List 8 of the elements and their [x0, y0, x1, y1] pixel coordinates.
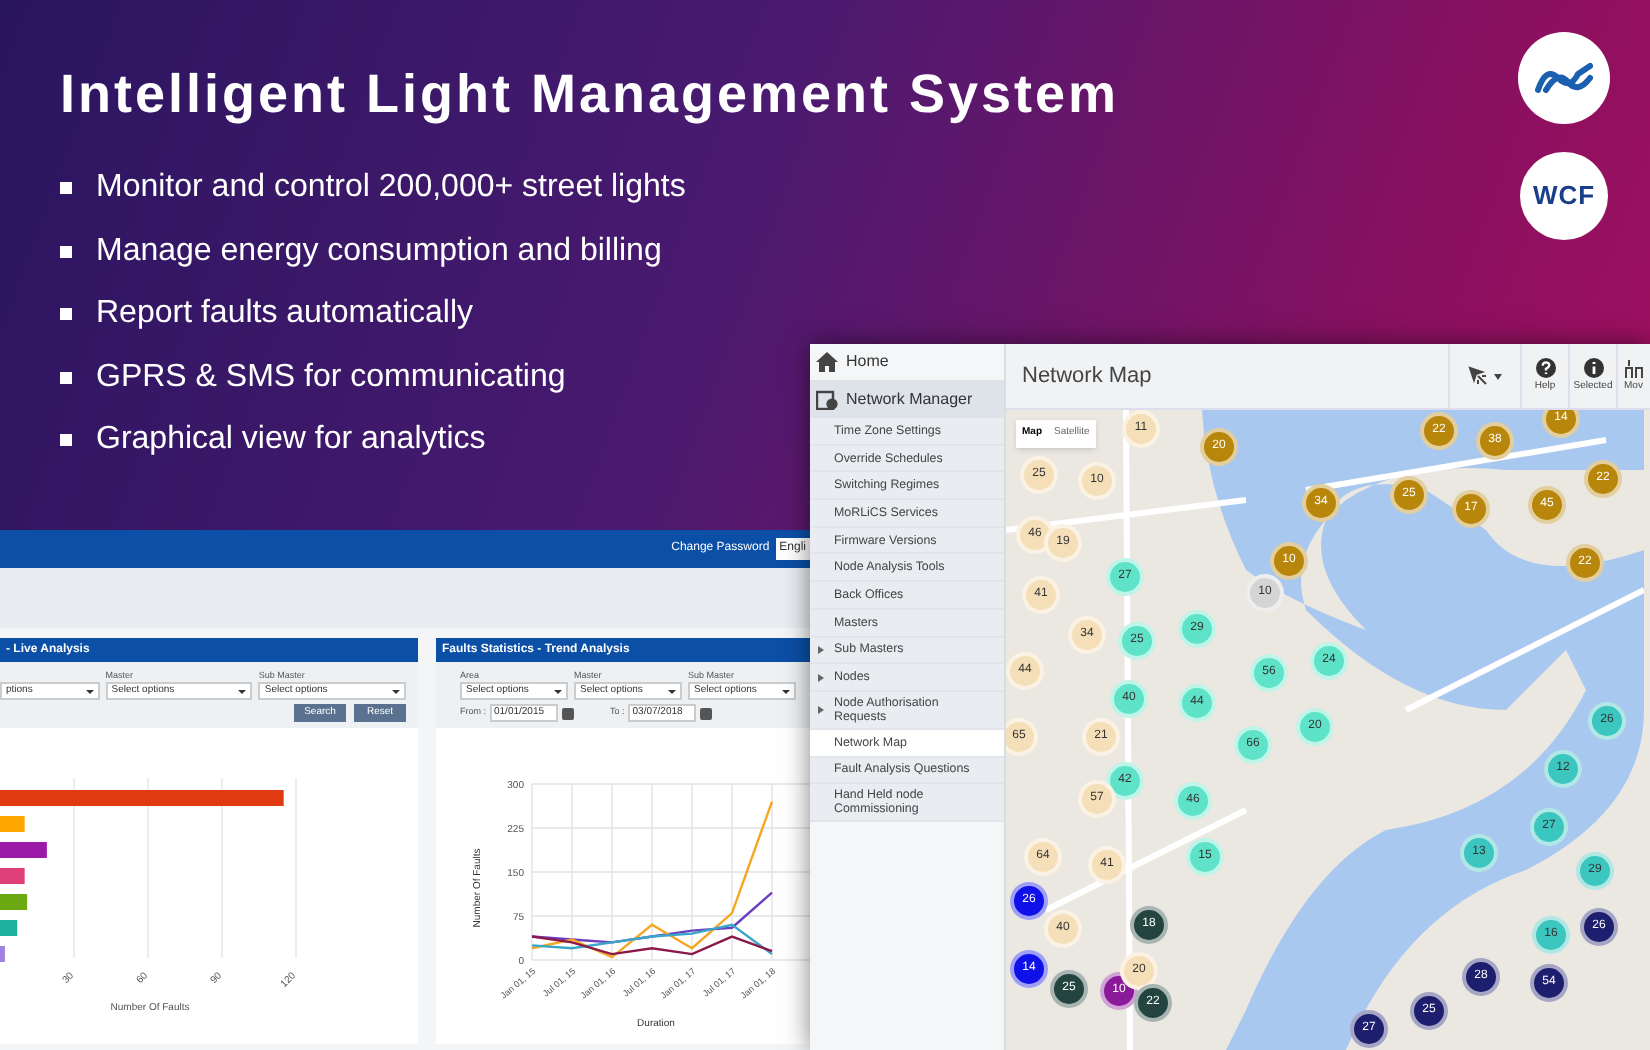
bullet-text: Report faults automatically	[96, 294, 474, 334]
bullet-text: GPRS & SMS for communicating	[96, 357, 566, 397]
bullet-text: Manage energy consumption and billing	[96, 231, 662, 271]
bullet-text: Graphical view for analytics	[96, 420, 486, 460]
page-title: Network Map	[1020, 361, 1152, 392]
bullet-text: Monitor and control 200,000+ street lights	[96, 168, 686, 208]
banner-title: Intelligent Light Management System	[60, 68, 1120, 122]
wcf-badge: WCF	[1520, 152, 1608, 240]
